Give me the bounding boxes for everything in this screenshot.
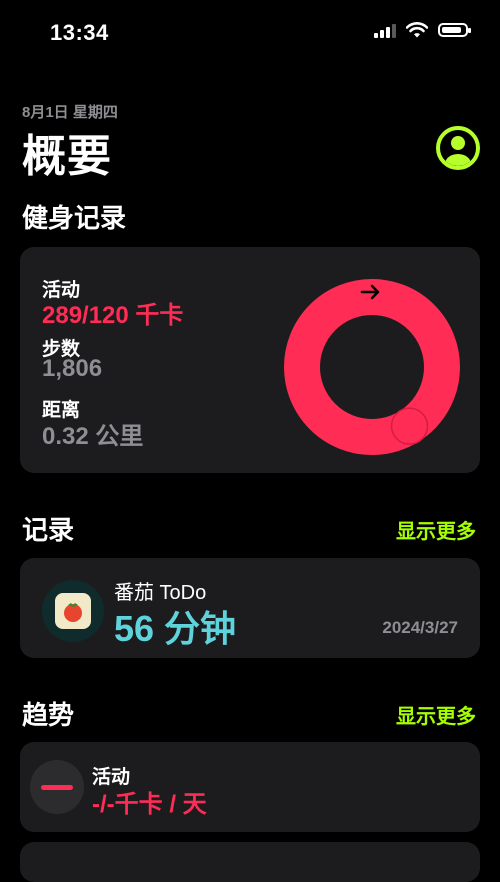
trend-value: -/-千卡 / 天 [92,791,207,818]
activity-ring [284,279,460,455]
trends-show-more-link[interactable]: 显示更多 [396,700,476,729]
record-date: 2024/3/27 [382,618,458,637]
date-subtitle: 8月1日 星期四 [22,104,118,121]
record-duration: 56 分钟 [114,608,237,649]
records-section-title: 记录 [22,515,75,545]
move-value: 289/120 千卡 [42,302,184,329]
profile-avatar-button[interactable] [436,126,480,170]
wifi-icon [406,22,428,38]
battery-icon [438,23,471,37]
fitness-section-title: 健身记录 [22,203,127,233]
ring-end-cap [390,407,429,445]
trend-item-card[interactable] [20,742,480,832]
trends-section-title: 趋势 [22,700,75,730]
page-title: 概要 [22,132,112,181]
cellular-signal-icon [374,22,396,38]
app-icon-container [42,580,104,642]
status-icons [374,22,471,38]
trend-dash-icon [30,760,84,814]
records-show-more-link[interactable]: 显示更多 [396,515,476,544]
person-icon [445,136,471,166]
tomato-app-icon [55,593,91,629]
status-time: 13:34 [50,20,109,45]
distance-value: 0.32 公里 [42,423,144,450]
steps-value: 1,806 [42,355,103,382]
next-trend-card[interactable] [20,842,480,882]
